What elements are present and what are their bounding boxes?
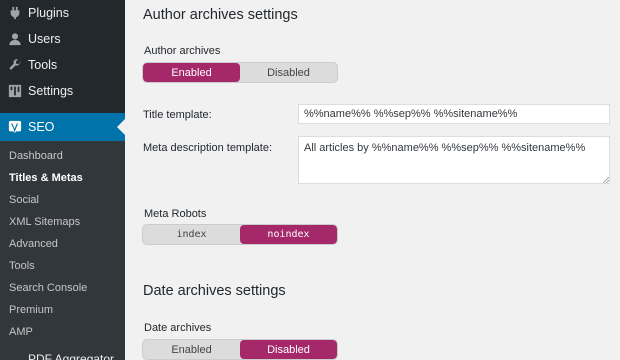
section-title-author: Author archives settings [143,7,298,23]
title-template-input[interactable] [298,104,610,124]
sidebar-item-seo[interactable]: SEO [0,113,125,141]
sidebar-item-label: Settings [28,84,74,98]
submenu-item-tools[interactable]: Tools [9,257,35,275]
sidebar-item-label: Tools [28,58,58,72]
sidebar-item-tools[interactable]: Tools [0,52,125,78]
main-content: Author archives settings Author archives… [125,0,620,360]
author-archives-toggle: Enabled Disabled [142,62,338,83]
meta-robots-toggle: index noindex [142,224,338,245]
author-archives-disabled-option[interactable]: Disabled [240,63,337,82]
sidebar-item-label: SEO [28,120,55,134]
author-archives-enabled-option[interactable]: Enabled [143,63,240,82]
date-archives-toggle: Enabled Disabled [142,339,338,360]
wrench-icon [8,58,22,72]
meta-robots-label: Meta Robots [144,208,207,220]
meta-description-textarea[interactable]: All articles by %%name%% %%sep%% %%siten… [298,136,610,184]
submenu-item-social[interactable]: Social [9,191,39,209]
settings-icon [8,84,22,98]
submenu-item-advanced[interactable]: Advanced [9,235,58,253]
submenu-item-search-console[interactable]: Search Console [9,279,87,297]
resize-grip-icon[interactable] [603,177,609,183]
author-archives-label: Author archives [144,45,221,57]
submenu-item-xml-sitemaps[interactable]: XML Sitemaps [9,213,80,231]
submenu-item-titles-metas[interactable]: Titles & Metas [9,169,83,187]
submenu-item-amp[interactable]: AMP [9,323,33,341]
admin-sidebar: Plugins Users Tools Settings SEO Dashboa… [0,0,125,360]
sidebar-item-plugins[interactable]: Plugins [0,0,125,26]
section-title-date: Date archives settings [143,283,286,299]
title-template-label: Title template: [143,109,212,121]
yoast-icon [8,120,22,134]
plugins-icon [8,6,22,20]
date-archives-label: Date archives [144,322,212,334]
current-menu-arrow [117,119,125,135]
sidebar-item-label: Plugins [28,6,69,20]
sidebar-item-pdf-aggregator[interactable]: PDF Aggregator [0,348,125,360]
sidebar-item-users[interactable]: Users [0,26,125,52]
sidebar-item-settings[interactable]: Settings [0,78,125,104]
submenu-item-dashboard[interactable]: Dashboard [9,147,63,165]
submenu-item-premium[interactable]: Premium [9,301,53,319]
sidebar-item-label: Users [28,32,61,46]
date-archives-disabled-option[interactable]: Disabled [240,340,337,359]
meta-robots-noindex-option[interactable]: noindex [240,225,337,244]
date-archives-enabled-option[interactable]: Enabled [143,340,240,359]
seo-submenu: Dashboard Titles & Metas Social XML Site… [0,141,125,360]
users-icon [8,32,22,46]
meta-robots-index-option[interactable]: index [143,225,240,244]
meta-description-label: Meta description template: [143,142,273,154]
